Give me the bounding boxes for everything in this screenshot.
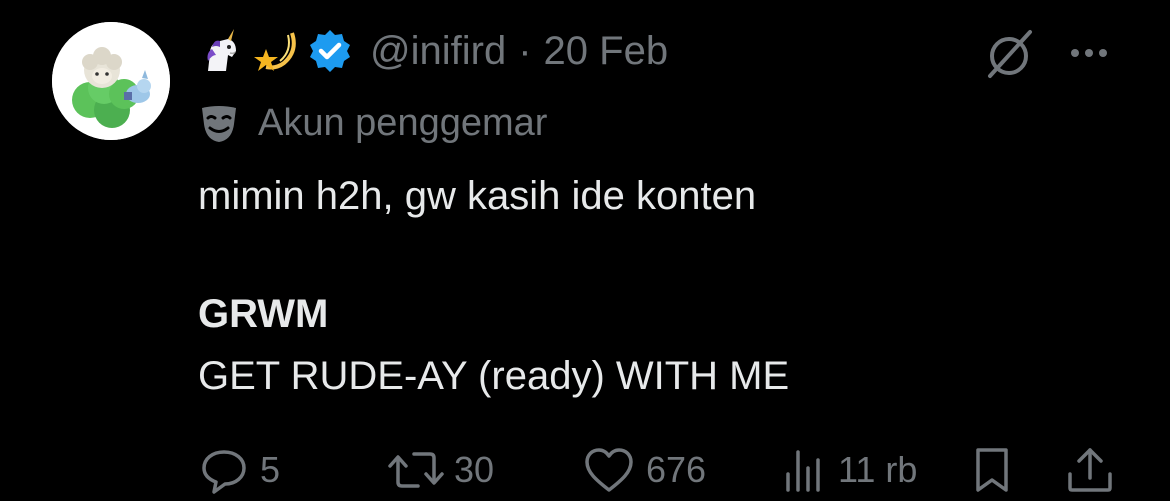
repost-count: 30 bbox=[454, 449, 495, 490]
reply-button[interactable]: 5 bbox=[198, 440, 280, 500]
action-bar: 5 30 676 11 rb bbox=[0, 440, 1170, 500]
avatar-image bbox=[52, 22, 170, 140]
unicorn-emoji-icon bbox=[198, 27, 246, 75]
avatar[interactable] bbox=[52, 22, 170, 140]
author-handle[interactable]: @inifird bbox=[370, 29, 506, 74]
views-chart-icon bbox=[786, 450, 820, 492]
bookmark-icon bbox=[976, 448, 1008, 492]
shooting-star-emoji-icon bbox=[252, 27, 300, 75]
tweet-text-line-1: mimin h2h, gw kasih ide konten bbox=[198, 174, 757, 218]
account-label-row: Akun penggemar bbox=[198, 98, 547, 148]
tweet-header: @inifird · 20 Feb bbox=[198, 22, 668, 80]
verified-badge-icon bbox=[306, 27, 354, 75]
reply-icon bbox=[202, 450, 246, 494]
tweet-text-line-2: GRWM bbox=[198, 292, 329, 336]
performing-arts-mask-icon bbox=[202, 106, 236, 142]
repost-icon bbox=[388, 452, 444, 488]
more-options-icon[interactable] bbox=[1062, 26, 1116, 80]
heart-icon bbox=[585, 448, 633, 492]
bookmark-button[interactable] bbox=[968, 440, 1016, 500]
account-label: Akun penggemar bbox=[258, 101, 548, 144]
header-separator: · bbox=[518, 28, 532, 73]
grok-icon[interactable] bbox=[982, 26, 1036, 80]
views-count: 11 rb bbox=[838, 449, 918, 490]
like-count: 676 bbox=[646, 449, 707, 490]
repost-button[interactable]: 30 bbox=[388, 440, 494, 500]
share-button[interactable] bbox=[1064, 440, 1116, 500]
tweet-date[interactable]: 20 Feb bbox=[544, 29, 669, 74]
share-icon bbox=[1068, 448, 1112, 492]
views-button[interactable]: 11 rb bbox=[782, 440, 917, 500]
reply-count: 5 bbox=[260, 449, 281, 490]
like-button[interactable]: 676 bbox=[582, 440, 706, 500]
tweet-text-line-3: GET RUDE-AY (ready) WITH ME bbox=[198, 354, 790, 398]
